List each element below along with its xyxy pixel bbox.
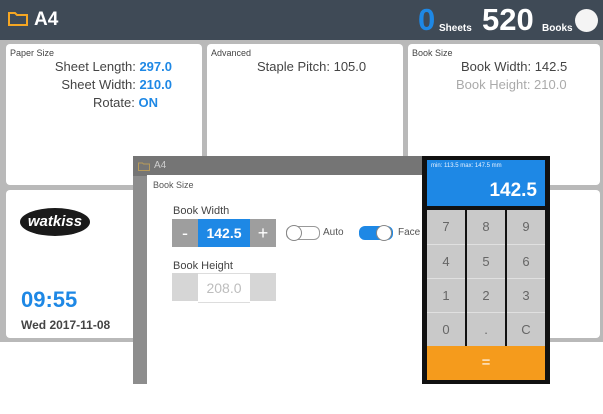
panel-title: Paper Size — [10, 48, 55, 58]
dialog-title-bar: A4 — [133, 156, 428, 176]
key-9[interactable]: 9 — [507, 210, 545, 244]
keypad-range: min: 113.5 max: 147.5 mm — [431, 163, 502, 169]
key-6[interactable]: 6 — [507, 244, 545, 279]
book-height-value: 208.0 — [198, 273, 250, 303]
auto-label: Auto — [323, 227, 344, 238]
circle-button[interactable] — [575, 9, 598, 32]
key-5[interactable]: 5 — [467, 244, 505, 279]
clock-date: Wed 2017-11-08 — [21, 318, 111, 332]
numeric-keypad: min: 113.5 max: 147.5 mm 142.5 789 456 123… — [422, 156, 550, 384]
key-7[interactable]: 7 — [427, 210, 465, 244]
key-8[interactable]: 8 — [467, 210, 505, 244]
top-bar: A4 0 Sheets 520 Books — [0, 0, 603, 40]
panel-title: Advanced — [211, 48, 252, 58]
increment-button[interactable]: + — [250, 219, 276, 247]
equals-button[interactable]: = — [427, 346, 545, 380]
folder-icon — [138, 162, 150, 171]
dialog-window-title: A4 — [154, 160, 167, 171]
book-size-dialog: A4 Book Size Book Width - 142.5 + Auto F… — [133, 156, 428, 384]
staple-pitch: Staple Pitch: 105.0 — [257, 59, 367, 74]
key-0[interactable]: 0 — [427, 312, 465, 347]
decrement-button — [172, 273, 198, 301]
toggle-knob — [286, 225, 302, 241]
face-trim-toggle[interactable] — [359, 225, 393, 241]
book-width-label: Book Width — [173, 205, 230, 217]
books-label: Books — [542, 23, 573, 34]
key-1[interactable]: 1 — [427, 278, 465, 313]
key-decimal[interactable]: . — [467, 312, 505, 347]
key-3[interactable]: 3 — [507, 278, 545, 313]
job-title: A4 — [34, 9, 59, 30]
book-height-row: Book Height: 210.0 — [456, 77, 567, 92]
sheets-count: 0 — [418, 2, 436, 37]
book-width-row: Book Width: 142.5 — [461, 59, 568, 74]
sheet-length-row: Sheet Length: 297.0 — [54, 59, 172, 74]
toggle-knob — [376, 225, 392, 241]
dialog-panel: Book Size Book Width - 142.5 + Auto Face… — [147, 175, 428, 384]
sheet-width-row: Sheet Width: 210.0 — [61, 77, 172, 92]
panel-title: Book Size — [412, 48, 453, 58]
increment-button — [250, 273, 276, 301]
sheets-label: Sheets — [439, 23, 472, 34]
auto-toggle[interactable] — [286, 225, 320, 241]
watkiss-logo: watkiss — [20, 208, 90, 236]
dialog-panel-title: Book Size — [153, 180, 194, 190]
key-2[interactable]: 2 — [467, 278, 505, 313]
folder-icon[interactable] — [8, 11, 28, 26]
decrement-button[interactable]: - — [172, 219, 198, 247]
books-count: 520 — [482, 2, 534, 37]
rotate-row: Rotate: ON — [92, 95, 158, 110]
book-height-stepper: 208.0 — [172, 273, 276, 303]
key-clear[interactable]: C — [507, 312, 545, 347]
book-width-value[interactable]: 142.5 — [198, 219, 250, 247]
book-height-label: Book Height — [173, 260, 233, 272]
keypad-value: 142.5 — [489, 180, 537, 201]
book-width-stepper[interactable]: - 142.5 + — [172, 219, 276, 247]
keypad-display: min: 113.5 max: 147.5 mm 142.5 — [427, 160, 545, 206]
key-4[interactable]: 4 — [427, 244, 465, 279]
clock-time: 09:55 — [21, 287, 78, 312]
